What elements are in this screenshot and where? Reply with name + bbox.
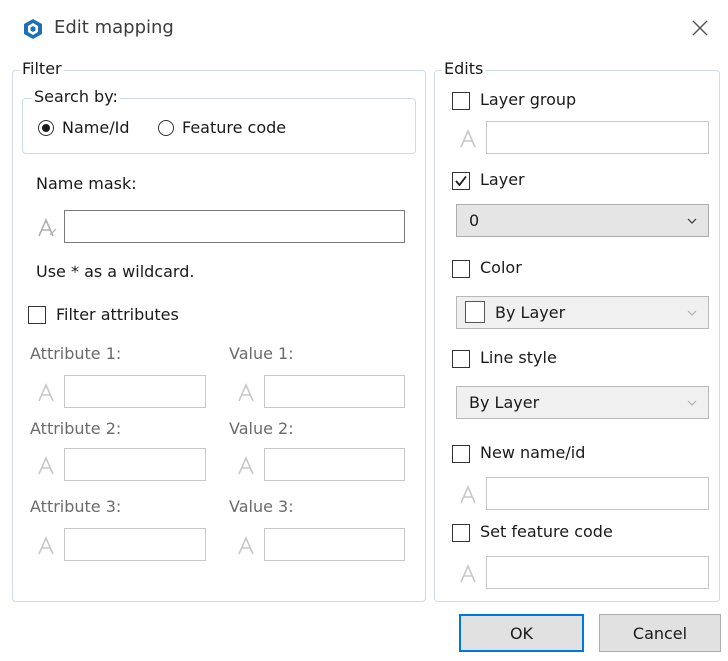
text-field-icon bbox=[38, 536, 54, 555]
value-1-label: Value 1: bbox=[229, 344, 294, 363]
text-field-icon bbox=[460, 485, 476, 504]
line-style-select-value: By Layer bbox=[469, 393, 540, 412]
feature-code-checkbox[interactable] bbox=[452, 524, 470, 542]
filter-legend: Filter bbox=[20, 59, 64, 78]
radio-feature-code-label: Feature code bbox=[182, 118, 287, 137]
radio-feature-code[interactable] bbox=[158, 120, 174, 136]
chevron-down-icon bbox=[687, 310, 697, 316]
edit-mapping-dialog: Edit mapping Filter Search by: Name/Id F… bbox=[0, 0, 728, 661]
color-select-value: By Layer bbox=[495, 303, 566, 322]
ok-button[interactable]: OK bbox=[459, 614, 584, 652]
text-field-icon bbox=[238, 536, 254, 555]
new-name-input[interactable] bbox=[486, 477, 709, 510]
line-style-checkbox[interactable] bbox=[452, 350, 470, 368]
text-field-icon bbox=[38, 456, 54, 475]
value-1-input[interactable] bbox=[264, 375, 405, 408]
filter-attributes-label: Filter attributes bbox=[56, 305, 179, 324]
edits-legend: Edits bbox=[442, 59, 486, 78]
color-label: Color bbox=[480, 258, 522, 277]
new-name-label: New name/id bbox=[480, 443, 586, 462]
title-bar: Edit mapping bbox=[0, 0, 728, 56]
text-field-icon bbox=[238, 383, 254, 402]
text-field-icon bbox=[38, 218, 57, 237]
text-field-icon bbox=[38, 383, 54, 402]
radio-name-id[interactable] bbox=[38, 120, 54, 136]
chevron-down-icon bbox=[687, 400, 697, 406]
value-3-label: Value 3: bbox=[229, 497, 294, 516]
text-field-icon bbox=[238, 456, 254, 475]
attribute-1-input[interactable] bbox=[64, 375, 206, 408]
name-mask-input[interactable] bbox=[64, 210, 405, 243]
layer-select-value: 0 bbox=[469, 211, 480, 230]
value-2-input[interactable] bbox=[264, 448, 405, 481]
close-icon[interactable] bbox=[686, 14, 714, 42]
attribute-1-label: Attribute 1: bbox=[30, 344, 122, 363]
cube-icon bbox=[24, 19, 42, 39]
layer-group-checkbox[interactable] bbox=[452, 92, 470, 110]
wildcard-hint: Use * as a wildcard. bbox=[36, 262, 195, 281]
color-checkbox[interactable] bbox=[452, 260, 470, 278]
feature-code-input[interactable] bbox=[486, 556, 709, 589]
name-mask-label: Name mask: bbox=[36, 174, 137, 193]
checkmark-icon bbox=[455, 175, 467, 187]
text-field-icon bbox=[460, 564, 476, 583]
color-swatch bbox=[465, 301, 485, 323]
layer-checkbox[interactable] bbox=[452, 172, 470, 190]
line-style-select[interactable]: By Layer bbox=[456, 386, 709, 419]
attribute-2-label: Attribute 2: bbox=[30, 419, 122, 438]
chevron-down-icon bbox=[687, 218, 697, 224]
window-title: Edit mapping bbox=[54, 17, 174, 38]
feature-code-label: Set feature code bbox=[480, 522, 613, 541]
layer-label: Layer bbox=[480, 170, 525, 189]
text-field-icon bbox=[460, 129, 476, 148]
layer-select[interactable]: 0 bbox=[456, 204, 709, 237]
attribute-3-input[interactable] bbox=[64, 528, 206, 561]
cancel-button[interactable]: Cancel bbox=[599, 614, 721, 652]
color-select[interactable]: By Layer bbox=[456, 296, 709, 329]
search-by-legend: Search by: bbox=[32, 87, 120, 106]
filter-attributes-checkbox[interactable] bbox=[28, 306, 46, 324]
attribute-3-label: Attribute 3: bbox=[30, 497, 122, 516]
new-name-checkbox[interactable] bbox=[452, 445, 470, 463]
attribute-2-input[interactable] bbox=[64, 448, 206, 481]
layer-group-input[interactable] bbox=[486, 121, 709, 154]
value-2-label: Value 2: bbox=[229, 419, 294, 438]
value-3-input[interactable] bbox=[264, 528, 405, 561]
line-style-label: Line style bbox=[480, 348, 557, 367]
radio-name-id-label: Name/Id bbox=[62, 118, 130, 137]
layer-group-label: Layer group bbox=[480, 90, 577, 109]
